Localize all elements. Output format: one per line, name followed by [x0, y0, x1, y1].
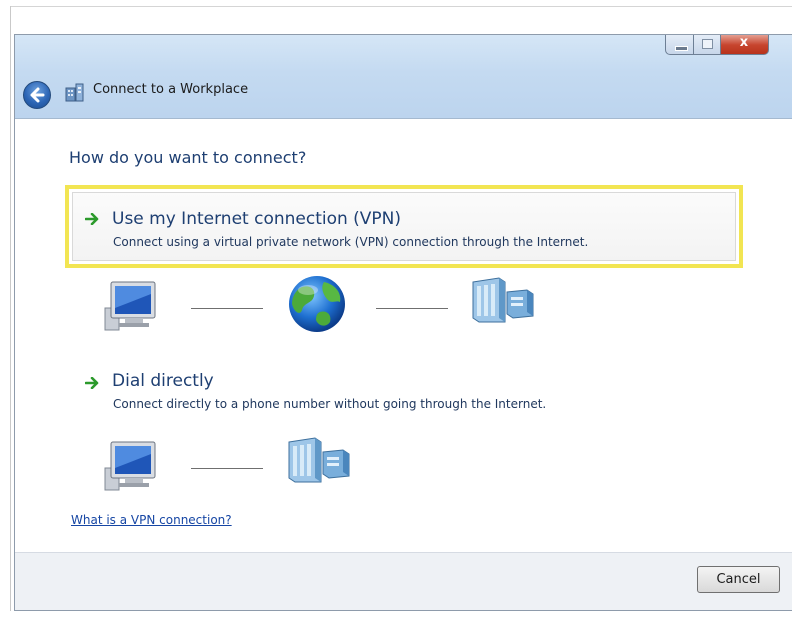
- close-icon: x: [739, 35, 749, 50]
- server-icon: [472, 277, 534, 323]
- connect-workplace-window: x Connect to a Workplace How do you want…: [14, 34, 792, 611]
- outer-frame-left: [10, 6, 11, 611]
- option-dial-title[interactable]: Dial directly: [112, 371, 214, 391]
- connector-line: [191, 308, 263, 309]
- cancel-button[interactable]: Cancel: [697, 566, 780, 593]
- vpn-help-link[interactable]: What is a VPN connection?: [71, 513, 232, 527]
- footer-bar: [15, 552, 792, 610]
- option-dial-description: Connect directly to a phone number witho…: [113, 397, 547, 411]
- globe-icon: [289, 276, 345, 332]
- page-heading: How do you want to connect?: [69, 148, 307, 167]
- computer-icon: [104, 281, 156, 331]
- minimize-button[interactable]: [665, 35, 694, 55]
- maximize-button[interactable]: [694, 35, 721, 55]
- window-controls: x: [665, 35, 792, 57]
- connector-line: [376, 308, 448, 309]
- outer-frame-top: [10, 6, 792, 7]
- back-button[interactable]: [23, 81, 51, 109]
- computer-icon: [104, 441, 156, 491]
- workplace-network-icon: [65, 83, 84, 102]
- connector-line: [191, 468, 263, 469]
- green-arrow-icon: [85, 377, 99, 389]
- close-button[interactable]: x: [721, 35, 769, 55]
- title-bar: x Connect to a Workplace: [15, 35, 792, 119]
- server-icon: [288, 437, 350, 483]
- maximize-icon: [702, 39, 713, 49]
- green-arrow-icon: [85, 213, 99, 225]
- option-vpn-title[interactable]: Use my Internet connection (VPN): [112, 209, 401, 229]
- option-vpn-description: Connect using a virtual private network …: [113, 235, 589, 249]
- back-arrow-icon: [30, 87, 45, 103]
- window-title: Connect to a Workplace: [93, 82, 249, 97]
- minimize-icon: [675, 46, 688, 51]
